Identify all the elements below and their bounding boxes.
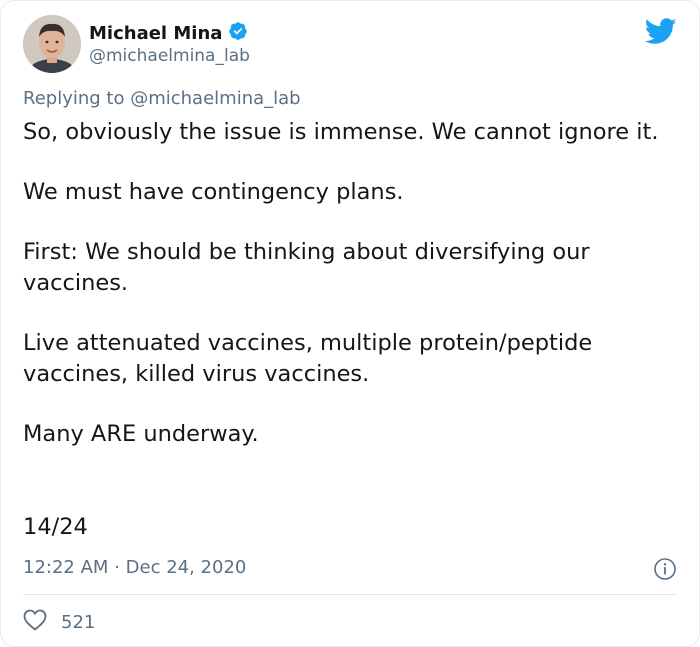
meta-separator: · xyxy=(114,557,120,578)
tweet-paragraph: So, obviously the issue is immense. We c… xyxy=(23,119,659,145)
tweet-paragraph: Live attenuated vaccines, multiple prote… xyxy=(23,330,593,387)
verified-badge-icon xyxy=(228,21,248,45)
avatar[interactable] xyxy=(23,15,81,73)
author-name[interactable]: Michael Mina xyxy=(89,23,222,44)
tweet-time: 12:22 AM xyxy=(23,557,109,578)
reply-prefix: Replying to xyxy=(23,88,125,109)
tweet-text: So, obviously the issue is immense. We c… xyxy=(23,117,683,450)
divider xyxy=(23,594,677,595)
author-name-row[interactable]: Michael Mina xyxy=(89,21,248,45)
like-count: 521 xyxy=(61,612,96,633)
reply-mention-link[interactable]: @michaelmina_lab xyxy=(130,88,300,109)
tweet-timestamp[interactable]: 12:22 AM · Dec 24, 2020 xyxy=(23,557,246,578)
tweet-card: Michael Mina @michaelmina_lab Replying t… xyxy=(0,0,700,647)
tweet-paragraph: We must have contingency plans. xyxy=(23,179,404,205)
author-handle[interactable]: @michaelmina_lab xyxy=(89,46,250,66)
heart-icon[interactable] xyxy=(23,609,47,636)
tweet-date: Dec 24, 2020 xyxy=(125,557,247,578)
reply-context: Replying to @michaelmina_lab xyxy=(23,88,301,109)
twitter-bird-icon[interactable] xyxy=(644,18,677,49)
tweet-paragraph: First: We should be thinking about diver… xyxy=(23,239,590,296)
thread-counter: 14/24 xyxy=(23,514,88,540)
info-icon[interactable] xyxy=(653,557,677,585)
tweet-paragraph: Many ARE underway. xyxy=(23,421,259,447)
like-action[interactable]: 521 xyxy=(23,609,95,636)
avatar-image xyxy=(23,15,81,73)
